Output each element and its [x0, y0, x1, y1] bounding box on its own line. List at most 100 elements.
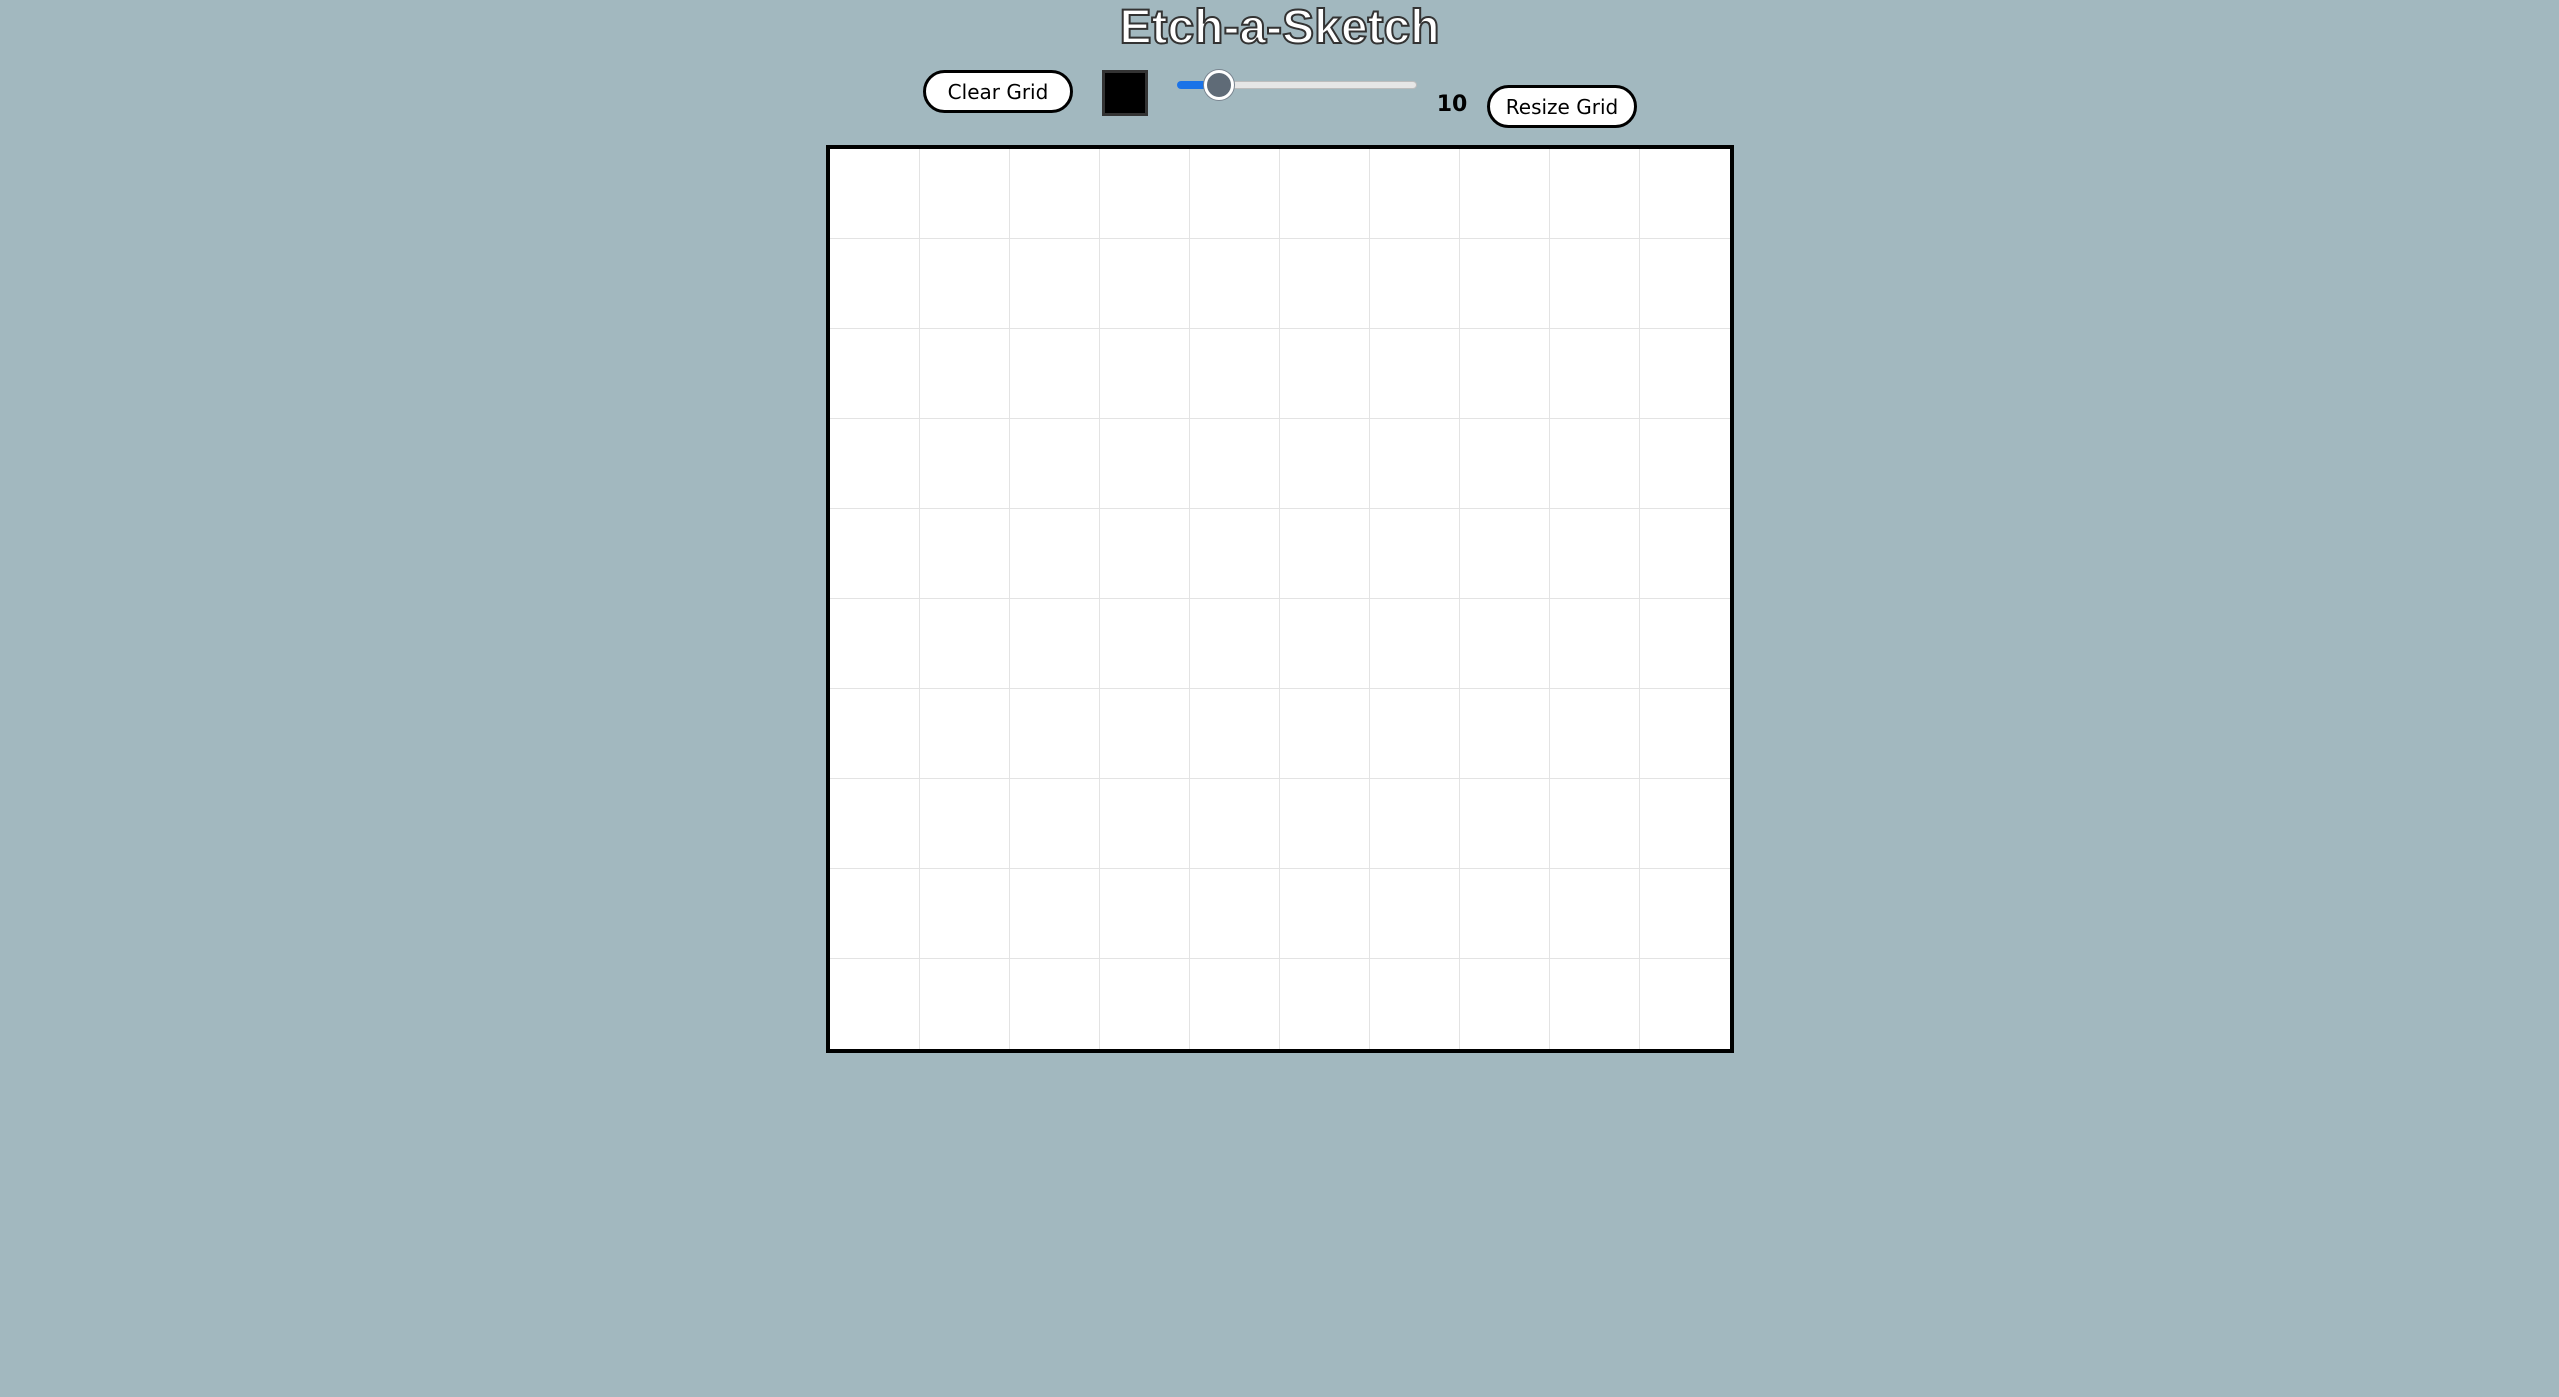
grid-cell[interactable] [1010, 329, 1100, 419]
grid-cell[interactable] [1100, 239, 1190, 329]
grid-cell[interactable] [1190, 419, 1280, 509]
grid-cell[interactable] [920, 689, 1010, 779]
grid-cell[interactable] [1550, 959, 1640, 1049]
grid-cell[interactable] [1640, 599, 1730, 689]
grid-cell[interactable] [1100, 419, 1190, 509]
grid-cell[interactable] [1100, 509, 1190, 599]
grid-cell[interactable] [1640, 869, 1730, 959]
grid-cell[interactable] [1100, 149, 1190, 239]
grid-cell[interactable] [1460, 149, 1550, 239]
grid-cell[interactable] [1370, 239, 1460, 329]
clear-grid-button[interactable]: Clear Grid [923, 70, 1073, 113]
grid-cell[interactable] [1550, 239, 1640, 329]
grid-cell[interactable] [1280, 599, 1370, 689]
grid-cell[interactable] [1460, 419, 1550, 509]
grid-cell[interactable] [1640, 959, 1730, 1049]
grid-cell[interactable] [920, 599, 1010, 689]
grid-cell[interactable] [830, 869, 920, 959]
grid-cell[interactable] [1550, 149, 1640, 239]
grid-cell[interactable] [830, 689, 920, 779]
grid-cell[interactable] [1460, 599, 1550, 689]
grid-cell[interactable] [1550, 509, 1640, 599]
grid-cell[interactable] [1640, 149, 1730, 239]
grid-cell[interactable] [1100, 689, 1190, 779]
resize-grid-button[interactable]: Resize Grid [1487, 85, 1637, 128]
grid-cell[interactable] [1100, 329, 1190, 419]
grid-cell[interactable] [1280, 869, 1370, 959]
grid-cell[interactable] [1370, 509, 1460, 599]
grid-cell[interactable] [1280, 419, 1370, 509]
grid-cell[interactable] [1370, 599, 1460, 689]
grid-cell[interactable] [1370, 869, 1460, 959]
grid-cell[interactable] [1010, 959, 1100, 1049]
grid-cell[interactable] [920, 779, 1010, 869]
grid-cell[interactable] [830, 419, 920, 509]
grid-cell[interactable] [1010, 869, 1100, 959]
grid-cell[interactable] [1550, 689, 1640, 779]
grid-cell[interactable] [1280, 689, 1370, 779]
grid-cell[interactable] [1550, 329, 1640, 419]
grid-cell[interactable] [1100, 599, 1190, 689]
grid-cell[interactable] [1640, 419, 1730, 509]
grid-cell[interactable] [920, 149, 1010, 239]
grid-cell[interactable] [1190, 239, 1280, 329]
grid-size-slider[interactable] [1177, 70, 1417, 100]
grid-cell[interactable] [1370, 419, 1460, 509]
grid-cell[interactable] [1460, 239, 1550, 329]
grid-cell[interactable] [1100, 959, 1190, 1049]
grid-cell[interactable] [920, 869, 1010, 959]
grid-cell[interactable] [1190, 959, 1280, 1049]
grid-cell[interactable] [1370, 329, 1460, 419]
color-picker-swatch[interactable] [1102, 70, 1148, 116]
grid-cell[interactable] [1190, 599, 1280, 689]
grid-cell[interactable] [1280, 329, 1370, 419]
grid-cell[interactable] [1370, 959, 1460, 1049]
grid-cell[interactable] [1010, 239, 1100, 329]
grid-cell[interactable] [920, 239, 1010, 329]
grid-cell[interactable] [1280, 149, 1370, 239]
grid-cell[interactable] [830, 509, 920, 599]
grid-cell[interactable] [1280, 779, 1370, 869]
grid-cell[interactable] [1010, 509, 1100, 599]
grid-cell[interactable] [1190, 779, 1280, 869]
grid-cell[interactable] [920, 419, 1010, 509]
grid-cell[interactable] [1460, 959, 1550, 1049]
grid-cell[interactable] [920, 959, 1010, 1049]
grid-cell[interactable] [1190, 149, 1280, 239]
grid-cell[interactable] [1550, 869, 1640, 959]
grid-cell[interactable] [830, 959, 920, 1049]
grid-cell[interactable] [1640, 329, 1730, 419]
grid-cell[interactable] [1460, 509, 1550, 599]
grid-cell[interactable] [830, 149, 920, 239]
grid-cell[interactable] [1550, 599, 1640, 689]
grid-cell[interactable] [920, 329, 1010, 419]
grid-cell[interactable] [1640, 689, 1730, 779]
grid-cell[interactable] [1100, 869, 1190, 959]
grid-cell[interactable] [1280, 239, 1370, 329]
drawing-grid[interactable] [826, 145, 1734, 1053]
grid-cell[interactable] [1640, 779, 1730, 869]
grid-cell[interactable] [1460, 779, 1550, 869]
grid-cell[interactable] [1010, 689, 1100, 779]
grid-cell[interactable] [1370, 779, 1460, 869]
grid-cell[interactable] [830, 599, 920, 689]
grid-cell[interactable] [1010, 419, 1100, 509]
grid-cell[interactable] [1370, 689, 1460, 779]
grid-cell[interactable] [1010, 149, 1100, 239]
grid-cell[interactable] [1010, 599, 1100, 689]
grid-cell[interactable] [1460, 329, 1550, 419]
grid-cell[interactable] [1190, 869, 1280, 959]
grid-cell[interactable] [920, 509, 1010, 599]
grid-cell[interactable] [1010, 779, 1100, 869]
grid-cell[interactable] [1550, 419, 1640, 509]
grid-cell[interactable] [1370, 149, 1460, 239]
grid-cell[interactable] [830, 779, 920, 869]
grid-cell[interactable] [1640, 239, 1730, 329]
grid-cell[interactable] [1190, 509, 1280, 599]
grid-cell[interactable] [1100, 779, 1190, 869]
grid-cell[interactable] [1460, 689, 1550, 779]
grid-cell[interactable] [1550, 779, 1640, 869]
grid-cell[interactable] [1190, 329, 1280, 419]
grid-cell[interactable] [830, 239, 920, 329]
grid-cell[interactable] [1280, 509, 1370, 599]
